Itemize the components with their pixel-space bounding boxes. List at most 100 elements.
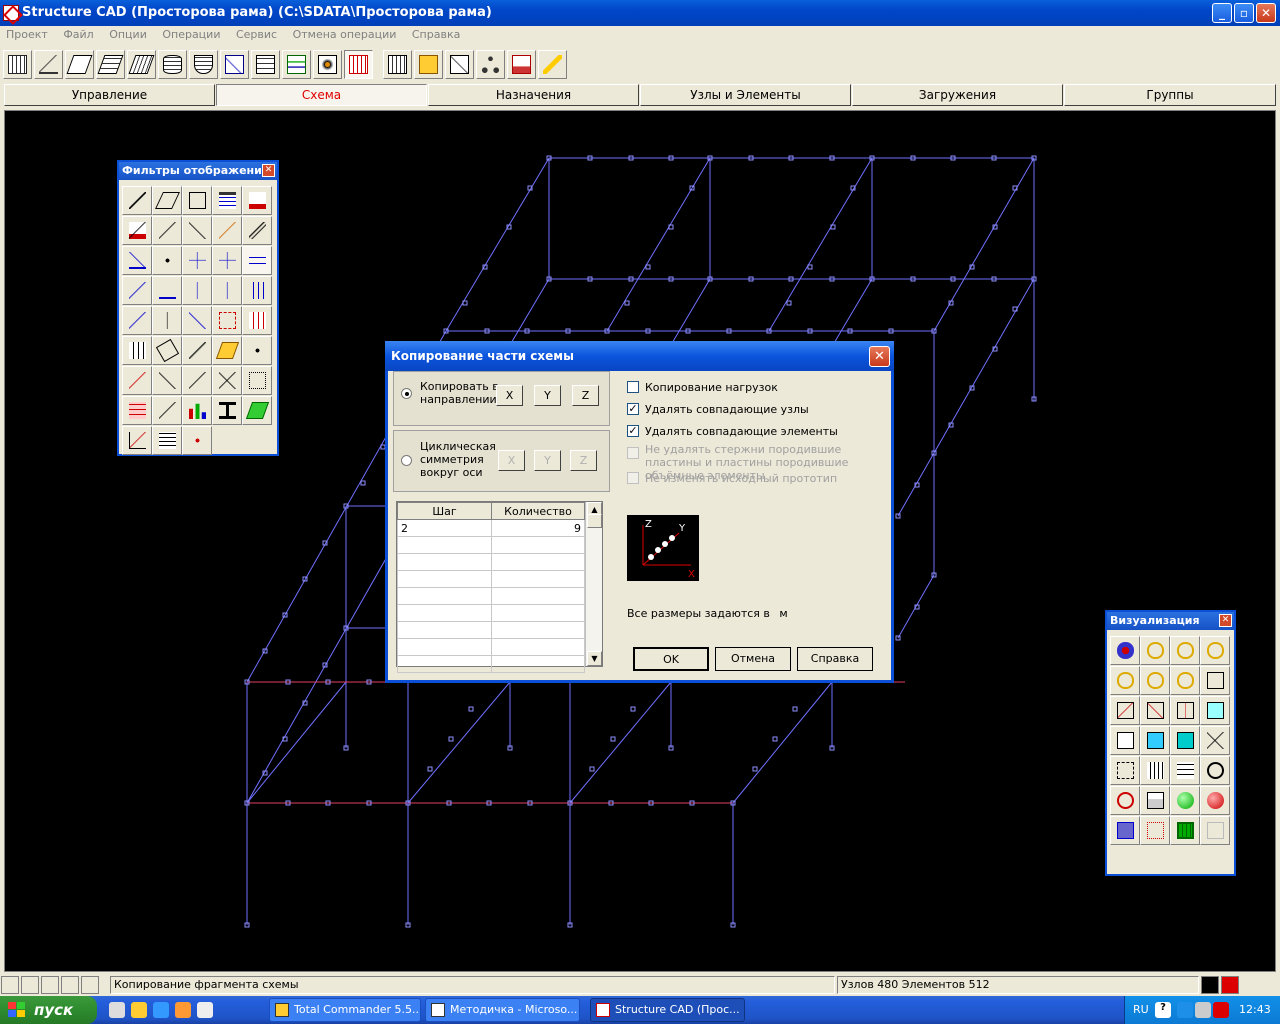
filter-g-button[interactable] (152, 366, 182, 395)
status-zoom-icon[interactable] (21, 976, 39, 994)
copy-loads-checkbox[interactable] (627, 381, 639, 393)
filter-displacement-button[interactable] (182, 306, 212, 335)
filter-bars-button[interactable] (122, 186, 152, 215)
mirror-button[interactable] (445, 50, 474, 79)
task-total-commander[interactable]: Total Commander 5.5... (269, 998, 421, 1022)
step-cell[interactable] (397, 621, 492, 639)
filter-bar-numbers-button[interactable] (122, 216, 152, 245)
vis-stop-button[interactable] (1200, 786, 1230, 815)
step-cell[interactable] (397, 553, 492, 571)
step-cell[interactable] (397, 638, 492, 656)
language-indicator[interactable]: RU (1133, 1003, 1149, 1016)
vis-view-side-button[interactable] (1140, 696, 1170, 725)
status-crosshair-icon[interactable] (81, 976, 99, 994)
vis-view-xz-button[interactable] (1110, 726, 1140, 755)
tab-schema[interactable]: Схема (216, 84, 427, 106)
filter-ne-button[interactable] (152, 216, 182, 245)
generate-mesh-button[interactable] (127, 50, 156, 79)
vis-cut-button[interactable] (1200, 726, 1230, 755)
filter-grid-button[interactable] (122, 336, 152, 365)
generate-plate-button[interactable] (96, 50, 125, 79)
delete-nodes-checkbox[interactable]: ✓ (627, 403, 639, 415)
direction-x-button[interactable]: X (496, 385, 523, 406)
filter-fragment-button[interactable] (212, 306, 242, 335)
status-mode-icon[interactable] (1201, 976, 1219, 994)
generate-truss-button[interactable] (34, 50, 63, 79)
filter-gl-button[interactable] (152, 396, 182, 425)
count-cell[interactable] (491, 553, 585, 571)
count-cell[interactable] (491, 638, 585, 656)
menu-operations[interactable]: Операции (156, 26, 226, 41)
count-cell[interactable] (491, 655, 585, 673)
count-cell[interactable] (491, 536, 585, 554)
tray-arrow-icon[interactable] (1177, 1002, 1193, 1018)
filter-frame-button[interactable] (242, 366, 272, 395)
geometry-button[interactable] (220, 50, 249, 79)
quicklaunch-app-icon[interactable] (131, 1002, 147, 1018)
dialog-title-bar[interactable]: Копирование части схемы ✕ (385, 341, 894, 371)
vis-view-front-button[interactable] (1110, 696, 1140, 725)
filter-cross-button[interactable] (212, 366, 242, 395)
cancel-button[interactable]: Отмена (715, 647, 791, 671)
status-pan-icon[interactable] (41, 976, 59, 994)
filter-plate-axes-button[interactable] (242, 246, 272, 275)
filter-geometry-button[interactable] (122, 426, 152, 455)
vis-view-xy-button[interactable] (1170, 726, 1200, 755)
filter-load-bar-button[interactable] (122, 276, 152, 305)
keep-prototype-checkbox[interactable] (627, 472, 639, 484)
undo-schema-button[interactable] (507, 50, 536, 79)
filter-steel-button[interactable] (242, 396, 272, 425)
vis-view-top-button[interactable] (1170, 696, 1200, 725)
filter-nodes-dots-button[interactable] (242, 336, 272, 365)
scroll-thumb[interactable] (587, 514, 602, 528)
delete-elements-checkbox[interactable]: ✓ (627, 425, 639, 437)
status-cube-icon[interactable] (1221, 976, 1239, 994)
table-input-button[interactable] (251, 50, 280, 79)
help-tray-icon[interactable]: ? (1155, 1002, 1171, 1018)
filter-hinges-button[interactable] (152, 246, 182, 275)
copy-button[interactable] (344, 50, 373, 79)
tab-nodes-elements[interactable]: Узлы и Элементы (640, 84, 851, 106)
copy-direction-radio[interactable] (401, 388, 412, 399)
table-row[interactable] (397, 621, 585, 639)
filter-sum-table-button[interactable] (152, 426, 182, 455)
step-cell[interactable] (397, 587, 492, 605)
count-cell[interactable] (491, 587, 585, 605)
table-row[interactable] (397, 638, 585, 656)
step-cell[interactable] (397, 570, 492, 588)
table-row[interactable] (397, 655, 585, 673)
visualization-close-button[interactable]: ✕ (1219, 614, 1232, 627)
menu-file[interactable]: Файл (57, 26, 99, 41)
filter-supports-button[interactable] (122, 246, 152, 275)
vis-spin-button[interactable] (1110, 666, 1140, 695)
table-scrollbar[interactable]: ▲ ▼ (585, 502, 602, 666)
vis-spin-x-button[interactable] (1140, 666, 1170, 695)
filter-local-axes-button[interactable] (182, 246, 212, 275)
tray-network-icon[interactable] (1195, 1002, 1211, 1018)
vis-list-button[interactable] (1170, 756, 1200, 785)
help-button[interactable]: Справка (797, 647, 873, 671)
vis-no-zoom-button[interactable] (1110, 786, 1140, 815)
tab-control[interactable]: Управление (4, 84, 215, 106)
generate-slab-button[interactable] (65, 50, 94, 79)
filter-g2-button[interactable] (182, 366, 212, 395)
cyclic-y-button[interactable]: Y (534, 450, 561, 471)
cyclic-z-button[interactable]: Z (570, 450, 597, 471)
step-cell[interactable] (397, 536, 492, 554)
vis-dots-grid-button[interactable] (1140, 816, 1170, 845)
tab-groups[interactable]: Группы (1064, 84, 1276, 106)
task-word-document[interactable]: Методичка - Microso... (425, 998, 580, 1022)
vis-view-iso-button[interactable] (1200, 696, 1230, 725)
scroll-down-icon[interactable]: ▼ (587, 651, 602, 666)
filter-brush-button[interactable] (182, 336, 212, 365)
generate-shell-button[interactable] (158, 50, 187, 79)
quicklaunch-desktop-icon[interactable] (109, 1002, 125, 1018)
vis-green-grid-button[interactable] (1170, 816, 1200, 845)
vis-rotate-button[interactable] (1110, 636, 1140, 665)
filter-r-button[interactable] (242, 216, 272, 245)
direction-y-button[interactable]: Y (534, 385, 561, 406)
cyclic-symmetry-radio[interactable] (401, 455, 412, 466)
tree-button[interactable] (476, 50, 505, 79)
count-cell[interactable] (491, 570, 585, 588)
vis-window-button[interactable] (1110, 816, 1140, 845)
